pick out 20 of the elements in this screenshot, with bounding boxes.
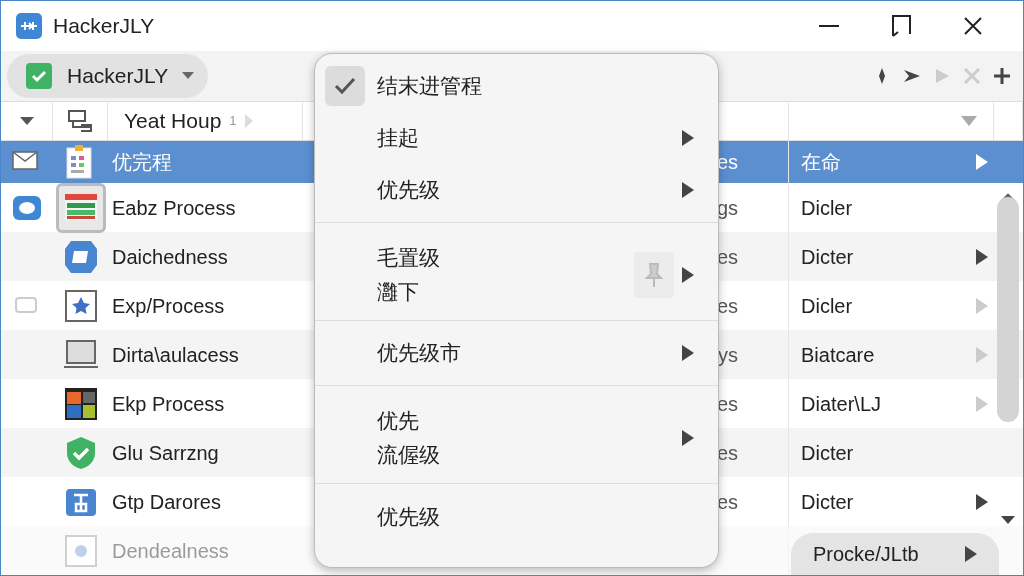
table-cell-text: ys [718,342,738,368]
process-name: Ekp Process [112,392,225,415]
status-text: Dicter [801,489,854,515]
process-name: Dendealness [112,539,229,562]
process-name: Exp/Process [112,294,225,317]
process-name: Dirta\aulacess [112,343,239,366]
process-name: Gtp Darores [112,490,221,513]
process-name: Daichedness [112,245,228,268]
status-text: Biatcare [801,342,875,368]
status-text: Dicter [801,244,854,270]
process-name: Glu Sarrzng [112,441,219,464]
process-name: Eabz Process [112,197,236,219]
status-text: Dicter [801,440,854,466]
status-text: Dicler [801,196,853,221]
status-text: Diater\LJ [801,391,882,417]
window-title: HackerJLY [53,13,155,40]
status-text: 在命 [801,150,841,175]
column-header-mark: 1 [229,112,237,131]
status-text: Dicler [801,293,853,319]
process-name: 优完程 [112,151,172,173]
